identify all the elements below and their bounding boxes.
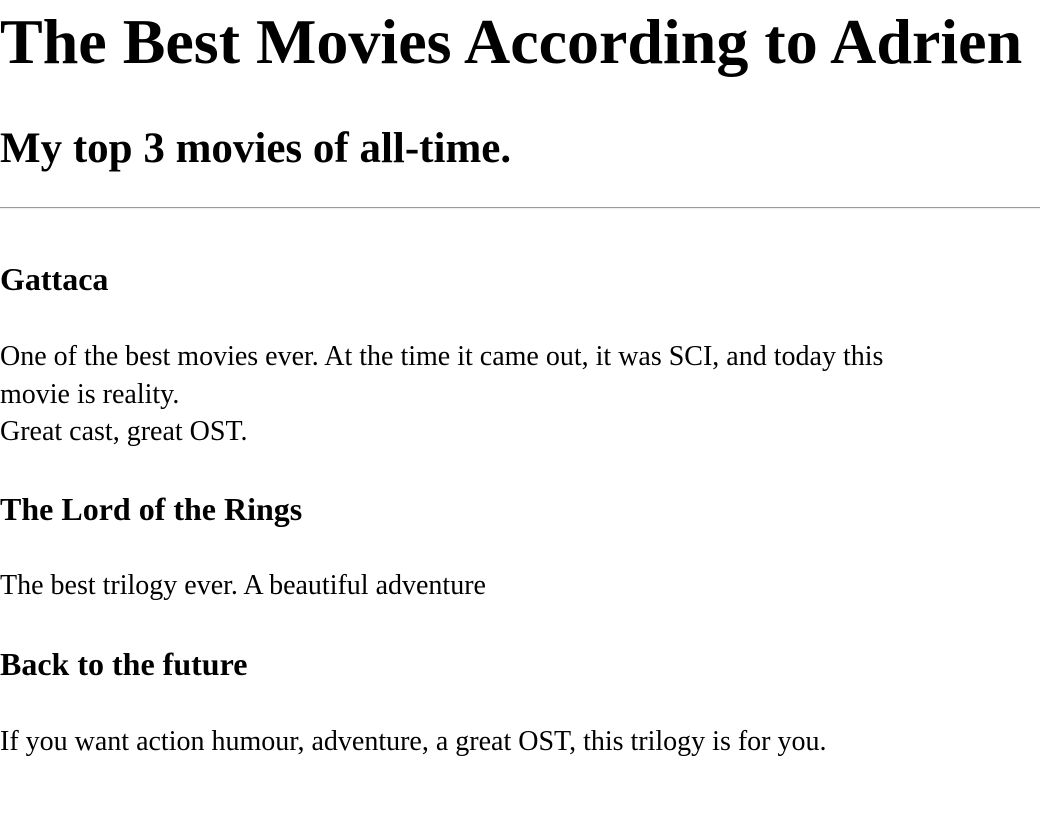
movie-description-back-to-the-future: If you want action humour, adventure, a …	[0, 723, 1030, 761]
movie-description-gattaca: One of the best movies ever. At the time…	[0, 338, 1030, 451]
page: The Best Movies According to Adrien My t…	[0, 0, 1040, 840]
divider	[0, 207, 1040, 209]
page-subtitle: My top 3 movies of all-time.	[0, 125, 512, 172]
description-line: If you want action humour, adventure, a …	[0, 726, 827, 757]
page-title: The Best Movies According to Adrien	[0, 6, 1023, 77]
description-line: The best trilogy ever. A beautiful adven…	[0, 570, 486, 601]
description-line: Great cast, great OST.	[0, 416, 248, 447]
movie-title-gattaca: Gattaca	[0, 261, 109, 297]
movie-title-lord-of-the-rings: The Lord of the Rings	[0, 491, 303, 527]
movie-description-lord-of-the-rings: The best trilogy ever. A beautiful adven…	[0, 567, 1030, 605]
movie-title-back-to-the-future: Back to the future	[0, 646, 248, 682]
description-line: movie is reality.	[0, 378, 180, 410]
description-line: One of the best movies ever. At the time…	[0, 341, 884, 372]
